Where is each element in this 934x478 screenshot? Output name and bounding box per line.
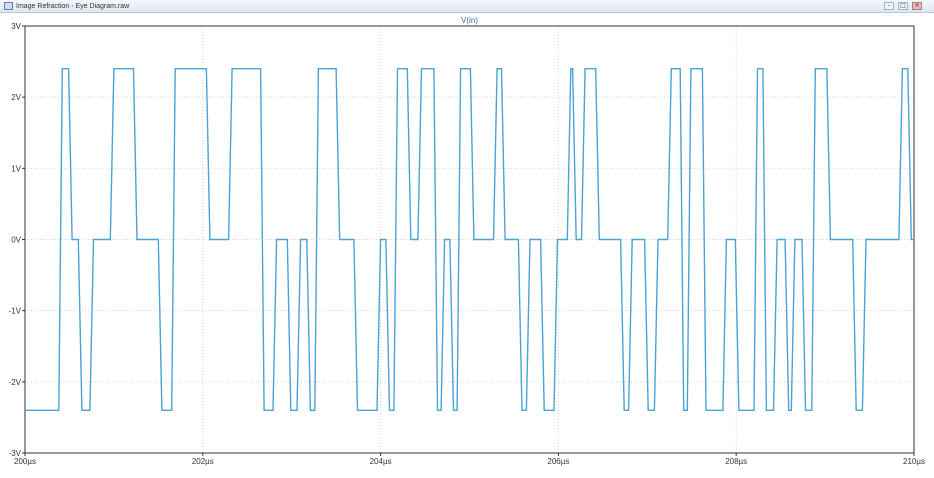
x-axis: 200µs 202µs 204µs 206µs 208µs 210µs	[14, 453, 925, 466]
y-tick-label: 2V	[11, 93, 21, 102]
waveform-chart[interactable]: V(in) 3V2V1V0V-1V-2V-3V 200µs 202µs 204µs 2…	[0, 13, 934, 478]
y-tick-label: 1V	[11, 164, 21, 173]
y-tick-label: 0V	[11, 236, 21, 245]
trace-title[interactable]: V(in)	[461, 16, 478, 25]
x-tick-label: 210µs	[903, 457, 925, 466]
minimize-button[interactable]: –	[884, 2, 894, 10]
y-tick-label: -2V	[9, 378, 22, 387]
maximize-button[interactable]: □	[898, 2, 908, 10]
waveform-viewer-window: Image Refraction - Eye Diagram.raw – □ ×…	[0, 0, 934, 478]
y-axis: 3V2V1V0V-1V-2V-3V	[9, 22, 25, 458]
x-tick-label: 200µs	[14, 457, 36, 466]
window-title: Image Refraction - Eye Diagram.raw	[16, 3, 130, 10]
plot-pane[interactable]: V(in) 3V 2V 1V 0V -1V -2V -3V 200µs 202µs 204µs 2…	[0, 13, 934, 478]
x-tick-label: 204µs	[370, 457, 392, 466]
x-tick-label: 202µs	[192, 457, 214, 466]
app-icon	[4, 2, 13, 10]
title-bar[interactable]: Image Refraction - Eye Diagram.raw – □ ×	[0, 0, 934, 13]
y-tick-label: -1V	[9, 307, 22, 316]
x-tick-label: 206µs	[547, 457, 569, 466]
close-button[interactable]: ×	[912, 2, 922, 10]
y-tick-label: 3V	[11, 22, 21, 31]
x-tick-label: 208µs	[725, 457, 747, 466]
